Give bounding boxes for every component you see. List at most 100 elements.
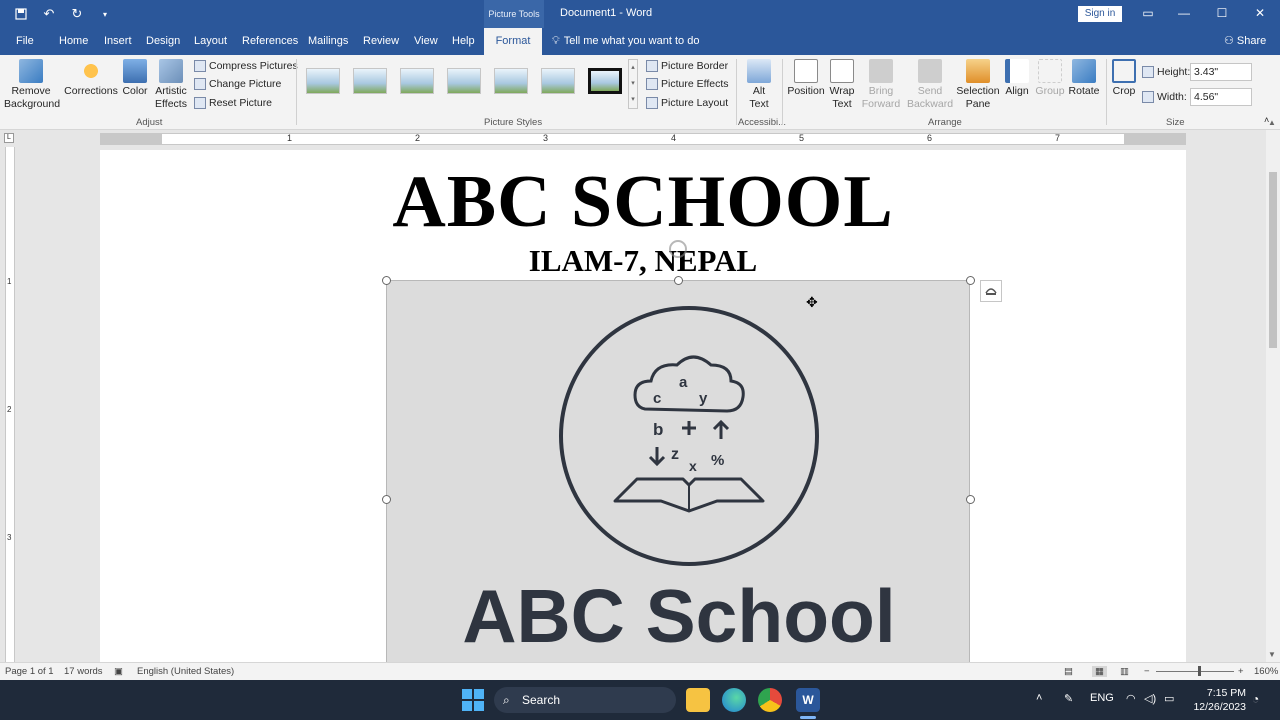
tell-me-search[interactable]: 💡︎ Tell me what you want to do: [552, 28, 699, 55]
zoom-out-icon[interactable]: −: [1144, 666, 1150, 677]
sign-in-button[interactable]: Sign in: [1078, 6, 1122, 22]
change-picture-button[interactable]: Change Picture: [194, 76, 281, 92]
tab-format[interactable]: Format: [484, 28, 542, 55]
remove-background-button[interactable]: Remove Background: [4, 59, 60, 111]
resize-handle[interactable]: [674, 276, 683, 285]
share-button[interactable]: ⚇ Share: [1224, 28, 1266, 55]
input-language[interactable]: ENG: [1090, 692, 1114, 704]
rotation-handle-icon[interactable]: [669, 240, 687, 258]
undo-icon[interactable]: ↶: [38, 4, 60, 24]
tab-view[interactable]: View: [410, 28, 442, 55]
word-count[interactable]: 17 words: [64, 666, 103, 677]
tab-help[interactable]: Help: [448, 28, 479, 55]
page-count[interactable]: Page 1 of 1: [5, 666, 54, 677]
resize-handle[interactable]: [966, 495, 975, 504]
wrap-text-button[interactable]: Wrap Text: [826, 59, 858, 111]
doc-subheading[interactable]: ILAM-7, NEPAL: [100, 243, 1186, 279]
customize-qat-icon[interactable]: ▾: [94, 4, 116, 24]
tab-insert[interactable]: Insert: [100, 28, 136, 55]
maximize-button[interactable]: ☐: [1212, 4, 1232, 22]
file-explorer-icon[interactable]: [686, 688, 710, 712]
rotate-button[interactable]: Rotate: [1066, 59, 1102, 98]
picture-style-thumb[interactable]: [494, 68, 528, 94]
zoom-in-icon[interactable]: +: [1238, 666, 1244, 677]
volume-icon[interactable]: ◁): [1144, 692, 1156, 705]
zoom-slider[interactable]: [1156, 666, 1234, 676]
reset-picture-button[interactable]: Reset Picture: [194, 95, 272, 111]
picture-border-icon: [646, 60, 658, 72]
redo-icon[interactable]: ↻: [66, 4, 88, 24]
crop-button[interactable]: Crop: [1110, 59, 1138, 98]
web-layout-icon[interactable]: ▥: [1120, 666, 1129, 677]
tab-home[interactable]: Home: [55, 28, 92, 55]
tab-design[interactable]: Design: [142, 28, 184, 55]
notification-bell-icon[interactable]: ◔: [1252, 692, 1259, 706]
compress-pictures-button[interactable]: Compress Pictures: [194, 58, 298, 74]
tab-layout[interactable]: Layout: [190, 28, 231, 55]
wifi-icon[interactable]: ◠: [1126, 692, 1136, 705]
height-input[interactable]: 3.43": [1190, 63, 1252, 81]
tab-references[interactable]: References: [238, 28, 302, 55]
selection-pane-button[interactable]: Selection Pane: [956, 59, 1000, 111]
artistic-effects-button[interactable]: Artistic Effects: [152, 59, 190, 111]
scroll-up-icon[interactable]: ▲: [1268, 118, 1276, 127]
word-app-icon[interactable]: W: [796, 688, 820, 712]
send-backward-button[interactable]: Send Backward: [904, 59, 956, 111]
ruler-bar[interactable]: [100, 133, 1186, 145]
picture-style-thumb[interactable]: [306, 68, 340, 94]
scroll-down-icon[interactable]: ▼: [1268, 650, 1276, 659]
tab-review[interactable]: Review: [359, 28, 403, 55]
language-indicator[interactable]: English (United States): [137, 666, 234, 677]
corrections-button[interactable]: Corrections: [64, 59, 118, 98]
align-button[interactable]: Align: [1002, 59, 1032, 98]
picture-style-thumb[interactable]: [400, 68, 434, 94]
zoom-slider-thumb[interactable]: [1198, 666, 1201, 676]
save-icon[interactable]: [10, 4, 32, 24]
picture-border-button[interactable]: Picture Border: [646, 58, 728, 74]
picture-effects-button[interactable]: Picture Effects: [646, 76, 729, 92]
school-logo-picture[interactable]: c a y b z x % ABC School: [386, 280, 970, 662]
doc-heading[interactable]: ABC SCHOOL: [100, 160, 1186, 245]
zoom-level[interactable]: 160%: [1254, 666, 1278, 677]
ribbon-format: Remove Background Corrections Color Arti…: [0, 55, 1280, 130]
alt-text-button[interactable]: Alt Text: [742, 59, 776, 111]
resize-handle[interactable]: [966, 276, 975, 285]
close-button[interactable]: ✕: [1250, 4, 1270, 22]
read-mode-icon[interactable]: ▤: [1064, 666, 1073, 677]
document-page[interactable]: ABC SCHOOL ILAM-7, NEPAL c a y b z x % A…: [100, 150, 1186, 662]
ribbon-display-options-icon[interactable]: ▭: [1138, 4, 1158, 22]
minimize-button[interactable]: —: [1174, 4, 1194, 22]
chrome-icon[interactable]: [758, 688, 782, 712]
logo-letter: %: [711, 452, 724, 469]
taskbar-clock[interactable]: 7:15 PM 12/26/2023: [1192, 686, 1246, 714]
group-button[interactable]: Group: [1034, 59, 1066, 98]
position-button[interactable]: Position: [786, 59, 826, 98]
picture-style-thumb[interactable]: [353, 68, 387, 94]
tab-mailings[interactable]: Mailings: [304, 28, 352, 55]
edge-icon[interactable]: [722, 688, 746, 712]
resize-handle[interactable]: [382, 495, 391, 504]
vertical-scrollbar[interactable]: ▲ ▼: [1266, 118, 1280, 662]
pen-icon[interactable]: ✎: [1064, 692, 1073, 705]
picture-layout-button[interactable]: Picture Layout: [646, 95, 728, 111]
chevron-up-icon[interactable]: ˄: [1036, 692, 1042, 704]
picture-style-thumb[interactable]: [541, 68, 575, 94]
resize-handle[interactable]: [382, 276, 391, 285]
proofing-icon[interactable]: ▣: [114, 666, 123, 677]
start-button[interactable]: [462, 689, 484, 711]
taskbar-search[interactable]: ⌕ Search: [494, 687, 676, 713]
bring-forward-button[interactable]: Bring Forward: [858, 59, 904, 111]
tab-selector[interactable]: L: [4, 133, 14, 143]
picture-style-thumb[interactable]: [447, 68, 481, 94]
battery-icon[interactable]: ▭: [1164, 692, 1174, 705]
width-input[interactable]: 4.56": [1190, 88, 1252, 106]
tab-file[interactable]: File: [12, 28, 38, 55]
layout-options-button[interactable]: [980, 280, 1002, 302]
active-app-indicator: [800, 716, 816, 719]
picture-style-thumb[interactable]: [588, 68, 622, 94]
gallery-scroll[interactable]: ▴ ▾ ▾: [628, 59, 638, 109]
color-button[interactable]: Color: [120, 59, 150, 98]
scroll-thumb[interactable]: [1269, 172, 1277, 348]
print-layout-icon[interactable]: ▦: [1092, 666, 1107, 677]
ruler-number: 5: [799, 133, 805, 143]
